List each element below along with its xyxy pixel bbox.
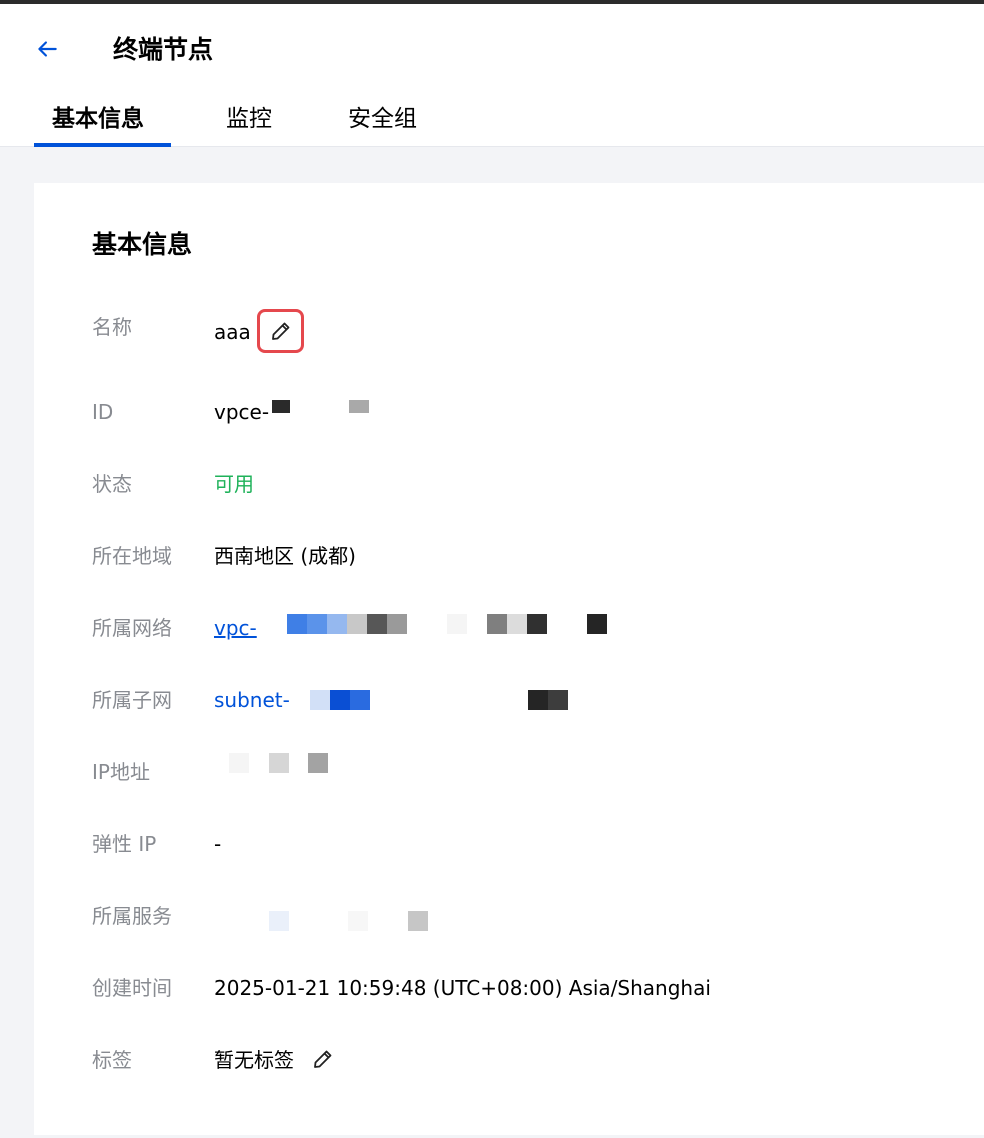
row-eip: 弹性 IP -: [92, 830, 972, 862]
row-network: 所属网络 vpc-: [92, 614, 972, 646]
status-value: 可用: [214, 472, 254, 496]
service-label: 所属服务: [92, 904, 172, 928]
tab-security-group[interactable]: 安全组: [348, 104, 417, 134]
redacted-block: [308, 753, 328, 773]
tags-label: 标签: [92, 1048, 132, 1072]
redacted-block: [387, 614, 407, 634]
redacted-block: [527, 614, 547, 634]
eip-label: 弹性 IP: [92, 832, 157, 856]
network-label: 所属网络: [92, 616, 172, 640]
vpc-link[interactable]: vpc-: [214, 614, 257, 642]
redacted-block: [507, 614, 527, 634]
row-created: 创建时间 2025-01-21 10:59:48 (UTC+08:00) Asi…: [92, 974, 972, 1006]
redacted-block: [327, 614, 347, 634]
redacted-block: [348, 911, 368, 931]
redacted-block: [269, 911, 289, 931]
redacted-block: [447, 614, 467, 634]
redacted-block: [347, 614, 367, 634]
arrow-left-icon: [38, 41, 57, 57]
redacted-block: [528, 690, 548, 710]
redacted-block: [587, 614, 607, 634]
row-ip: IP地址: [92, 753, 972, 790]
tags-value: 暂无标签: [214, 1048, 294, 1072]
redacted-block: [367, 614, 387, 634]
tab-monitoring[interactable]: 监控: [226, 104, 272, 134]
redacted-block: [269, 753, 289, 773]
created-label: 创建时间: [92, 976, 172, 1000]
redacted-block: [330, 690, 350, 710]
row-id: ID vpce-: [92, 398, 972, 430]
edit-name-button[interactable]: [257, 309, 304, 353]
id-label: ID: [92, 400, 114, 424]
tab-bar: 基本信息 监控 安全组: [0, 104, 984, 147]
row-service: 所属服务: [92, 902, 972, 934]
subnet-label: 所属子网: [92, 688, 172, 712]
redacted-block: [287, 614, 307, 634]
edit-tags-button[interactable]: [311, 1047, 335, 1075]
name-label: 名称: [92, 315, 132, 339]
pencil-icon: [314, 1050, 332, 1068]
eip-value: -: [214, 832, 222, 856]
row-name: 名称 aaa: [92, 313, 972, 345]
redacted-block: [307, 614, 327, 634]
ip-label: IP地址: [92, 760, 150, 784]
id-value: vpce-: [214, 400, 270, 424]
subnet-link[interactable]: subnet-: [214, 686, 290, 714]
status-label: 状态: [92, 472, 132, 496]
card-title: 基本信息: [92, 230, 193, 259]
redacted-block: [272, 400, 290, 413]
redacted-block: [548, 690, 568, 710]
created-value: 2025-01-21 10:59:48 (UTC+08:00) Asia/Sha…: [214, 976, 711, 1000]
redacted-block: [229, 753, 249, 773]
region-value: 西南地区 (成都): [214, 544, 356, 568]
tab-basic-info[interactable]: 基本信息: [52, 104, 144, 134]
back-button[interactable]: [32, 34, 62, 64]
active-tab-indicator: [34, 143, 171, 147]
name-value: aaa: [214, 320, 251, 344]
row-subnet: 所属子网 subnet-: [92, 686, 972, 718]
page-title: 终端节点: [113, 35, 214, 64]
pencil-icon: [271, 322, 289, 340]
basic-info-card: 基本信息 名称 aaa ID vpce- 状态 可用 所在地域 西南地区 (成都…: [34, 183, 984, 1135]
redacted-block: [350, 690, 370, 710]
region-label: 所在地域: [92, 544, 172, 568]
row-status: 状态 可用: [92, 470, 972, 502]
redacted-block: [310, 690, 330, 710]
redacted-block: [349, 400, 369, 413]
redacted-block: [487, 614, 507, 634]
row-region: 所在地域 西南地区 (成都): [92, 542, 972, 574]
redacted-block: [408, 911, 428, 931]
row-tags: 标签 暂无标签: [92, 1046, 972, 1078]
page-header: 终端节点 基本信息 监控 安全组: [0, 4, 984, 147]
